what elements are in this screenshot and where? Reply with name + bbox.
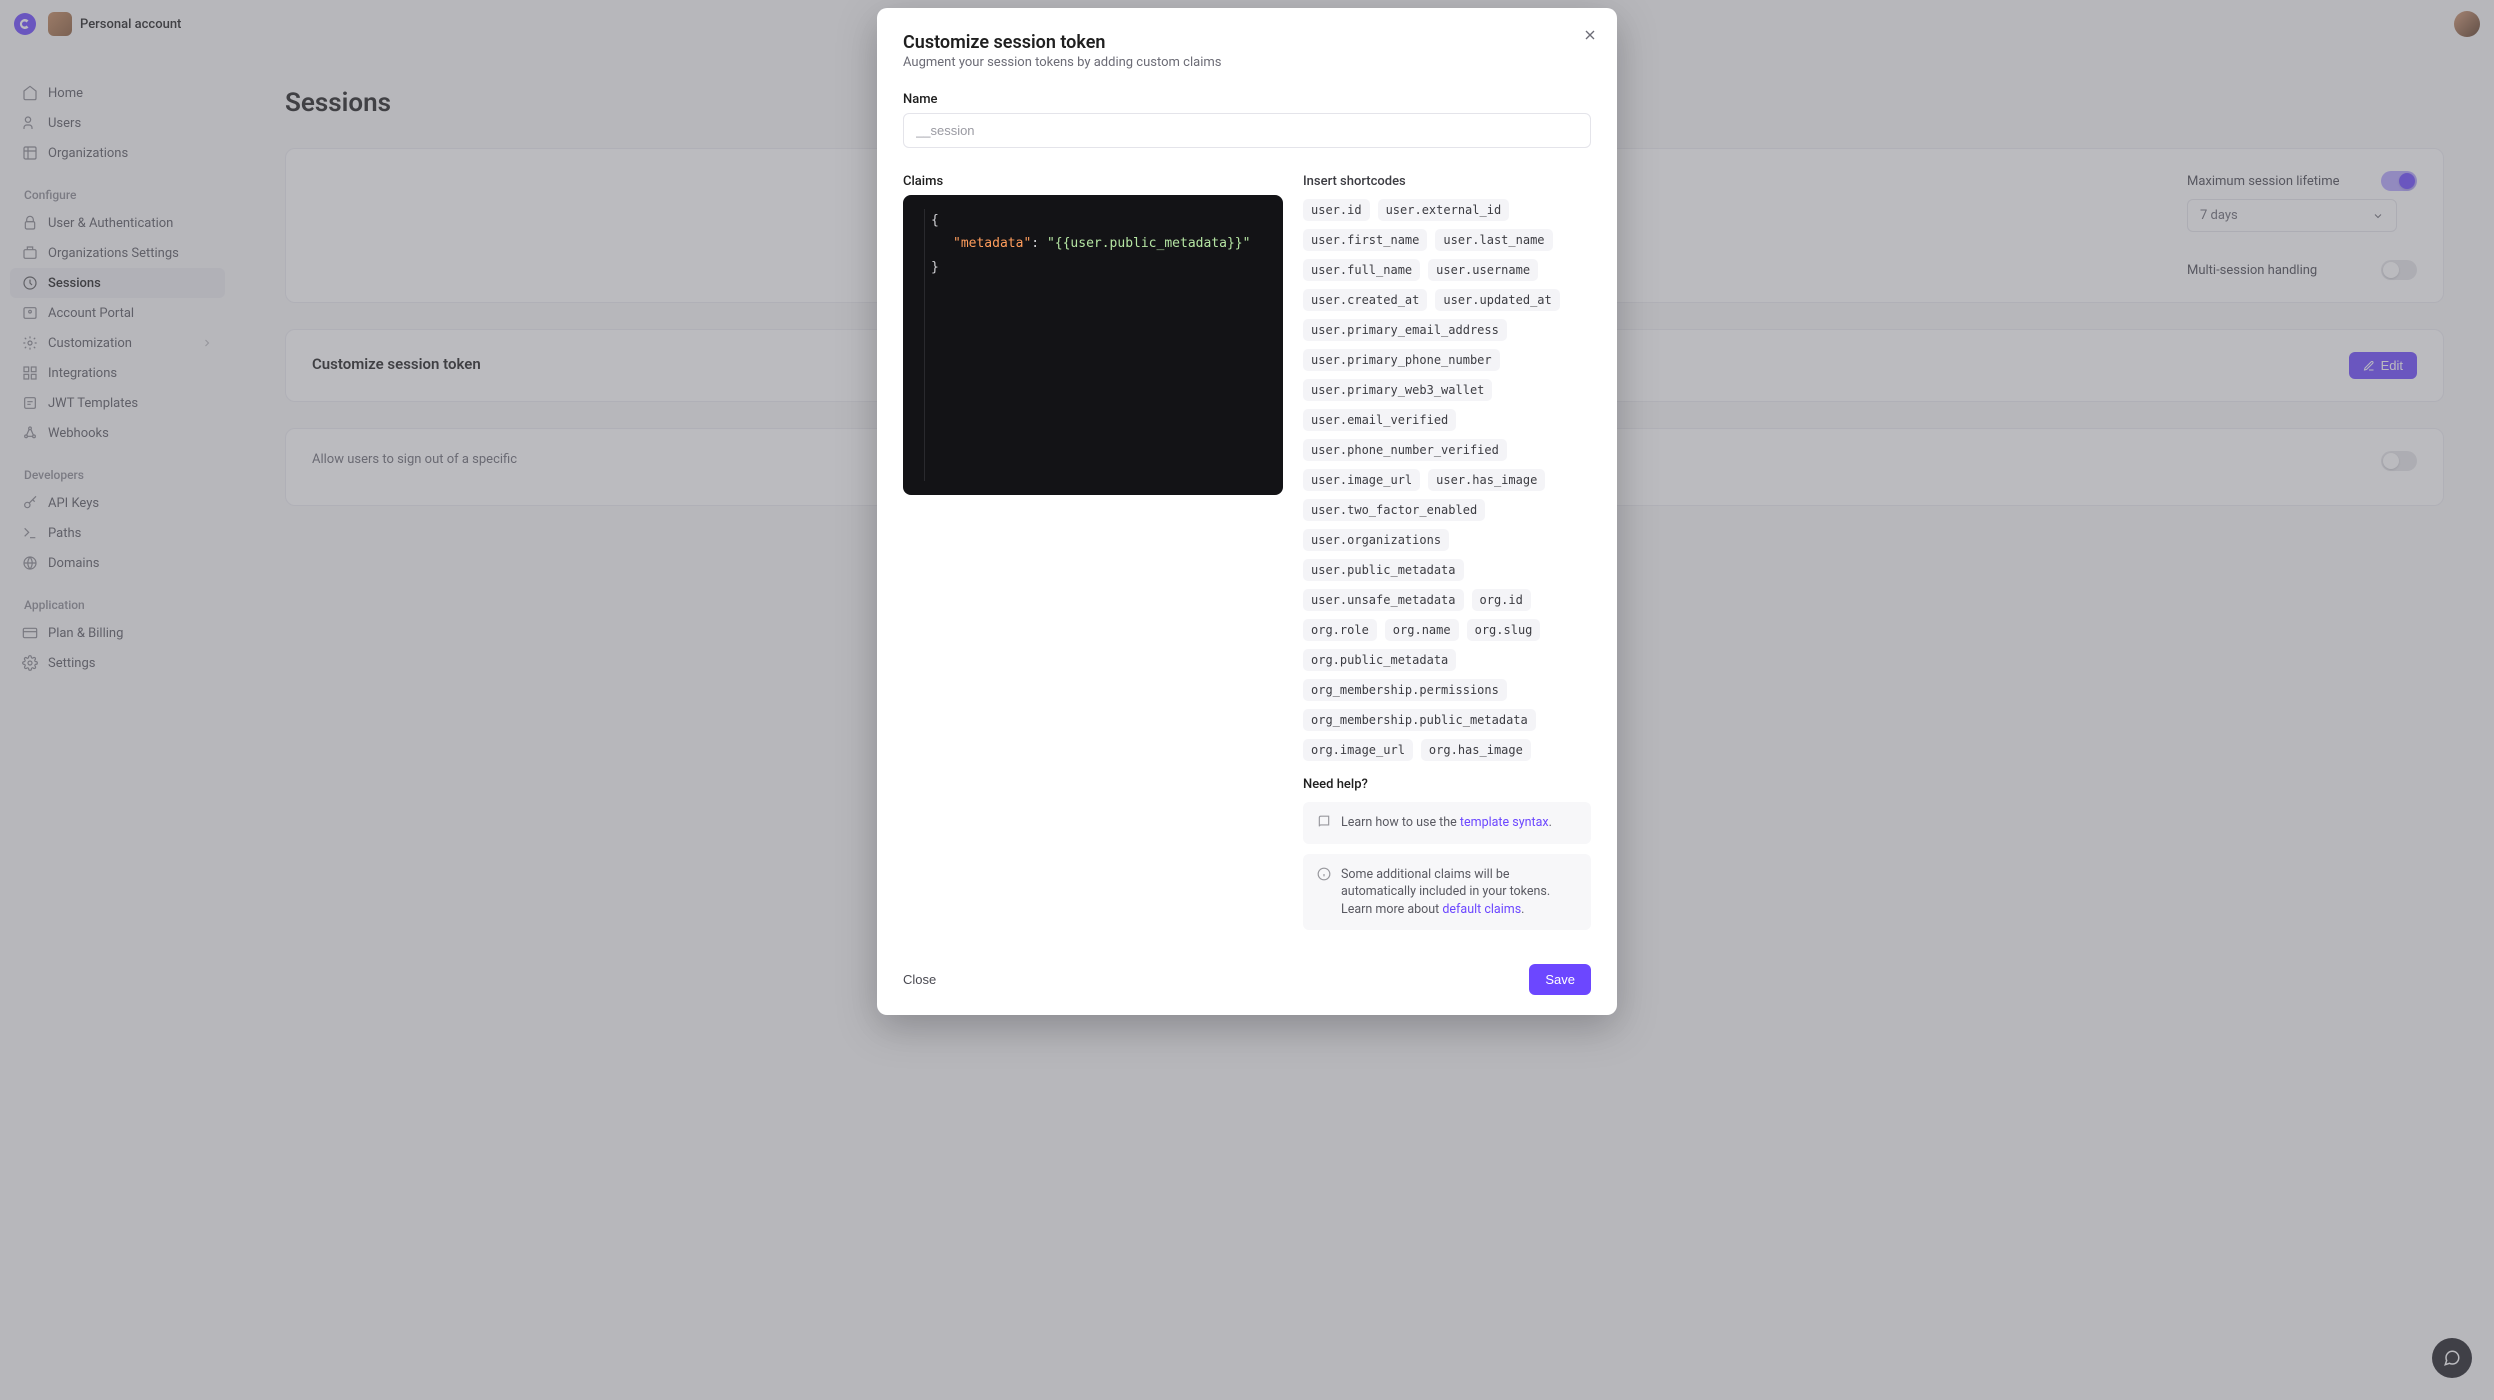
help-default-claims: Some additional claims will be automatic… (1303, 854, 1591, 931)
claims-label: Claims (903, 174, 1283, 189)
modal-overlay[interactable]: Customize session token Augment your ses… (0, 0, 2494, 1400)
shortcode-user-full_name[interactable]: user.full_name (1303, 259, 1420, 281)
shortcode-org-slug[interactable]: org.slug (1467, 619, 1541, 641)
info-icon (1317, 867, 1331, 881)
shortcode-user-phone_number_verified[interactable]: user.phone_number_verified (1303, 439, 1507, 461)
shortcode-user-username[interactable]: user.username (1428, 259, 1538, 281)
book-icon (1317, 815, 1331, 829)
shortcode-org_membership-permissions[interactable]: org_membership.permissions (1303, 679, 1507, 701)
template-syntax-link[interactable]: template syntax (1460, 815, 1549, 830)
code-value: "{{user.public_metadata}}" (1047, 236, 1251, 251)
shortcode-org-has_image[interactable]: org.has_image (1421, 739, 1531, 761)
name-label: Name (903, 92, 1591, 107)
help1-prefix: Learn how to use the (1341, 815, 1460, 830)
need-help-label: Need help? (1303, 777, 1591, 792)
shortcode-user-primary_web3_wallet[interactable]: user.primary_web3_wallet (1303, 379, 1492, 401)
shortcode-user-image_url[interactable]: user.image_url (1303, 469, 1420, 491)
shortcode-org-role[interactable]: org.role (1303, 619, 1377, 641)
shortcode-user-email_verified[interactable]: user.email_verified (1303, 409, 1456, 431)
code-brace-open: { (931, 213, 939, 228)
modal-customize-token: Customize session token Augment your ses… (877, 8, 1617, 1015)
code-brace-close: } (931, 260, 939, 275)
shortcode-user-has_image[interactable]: user.has_image (1428, 469, 1545, 491)
shortcode-user-first_name[interactable]: user.first_name (1303, 229, 1427, 251)
shortcode-org_membership-public_metadata[interactable]: org_membership.public_metadata (1303, 709, 1536, 731)
shortcodes-label: Insert shortcodes (1303, 174, 1591, 189)
shortcode-user-unsafe_metadata[interactable]: user.unsafe_metadata (1303, 589, 1464, 611)
modal-footer: Close Save (903, 964, 1591, 995)
claims-editor[interactable]: { "metadata": "{{user.public_metadata}}"… (903, 195, 1283, 495)
shortcode-user-external_id[interactable]: user.external_id (1378, 199, 1510, 221)
shortcode-user-organizations[interactable]: user.organizations (1303, 529, 1449, 551)
shortcode-user-created_at[interactable]: user.created_at (1303, 289, 1427, 311)
help2-suffix: . (1521, 902, 1524, 917)
modal-subtitle: Augment your session tokens by adding cu… (903, 55, 1591, 70)
help-template-syntax: Learn how to use the template syntax. (1303, 802, 1591, 844)
shortcode-org-id[interactable]: org.id (1472, 589, 1531, 611)
modal-title: Customize session token (903, 32, 1591, 53)
shortcode-user-last_name[interactable]: user.last_name (1435, 229, 1552, 251)
shortcode-org-name[interactable]: org.name (1385, 619, 1459, 641)
shortcode-user-two_factor_enabled[interactable]: user.two_factor_enabled (1303, 499, 1485, 521)
save-button[interactable]: Save (1529, 964, 1591, 995)
shortcode-user-id[interactable]: user.id (1303, 199, 1370, 221)
default-claims-link[interactable]: default claims (1442, 902, 1521, 917)
close-icon (1582, 27, 1598, 43)
name-input[interactable] (903, 113, 1591, 148)
shortcode-org-public_metadata[interactable]: org.public_metadata (1303, 649, 1456, 671)
close-button[interactable]: Close (903, 972, 936, 987)
modal-close-button[interactable] (1577, 22, 1603, 48)
shortcode-org-image_url[interactable]: org.image_url (1303, 739, 1413, 761)
help1-suffix: . (1549, 815, 1552, 830)
shortcode-user-public_metadata[interactable]: user.public_metadata (1303, 559, 1464, 581)
code-key: "metadata" (953, 236, 1031, 251)
shortcode-user-updated_at[interactable]: user.updated_at (1435, 289, 1559, 311)
code-gutter (903, 209, 925, 481)
shortcode-user-primary_phone_number[interactable]: user.primary_phone_number (1303, 349, 1500, 371)
shortcodes-panel: Insert shortcodes user.id user.external_i… (1303, 174, 1591, 940)
shortcode-user-primary_email_address[interactable]: user.primary_email_address (1303, 319, 1507, 341)
